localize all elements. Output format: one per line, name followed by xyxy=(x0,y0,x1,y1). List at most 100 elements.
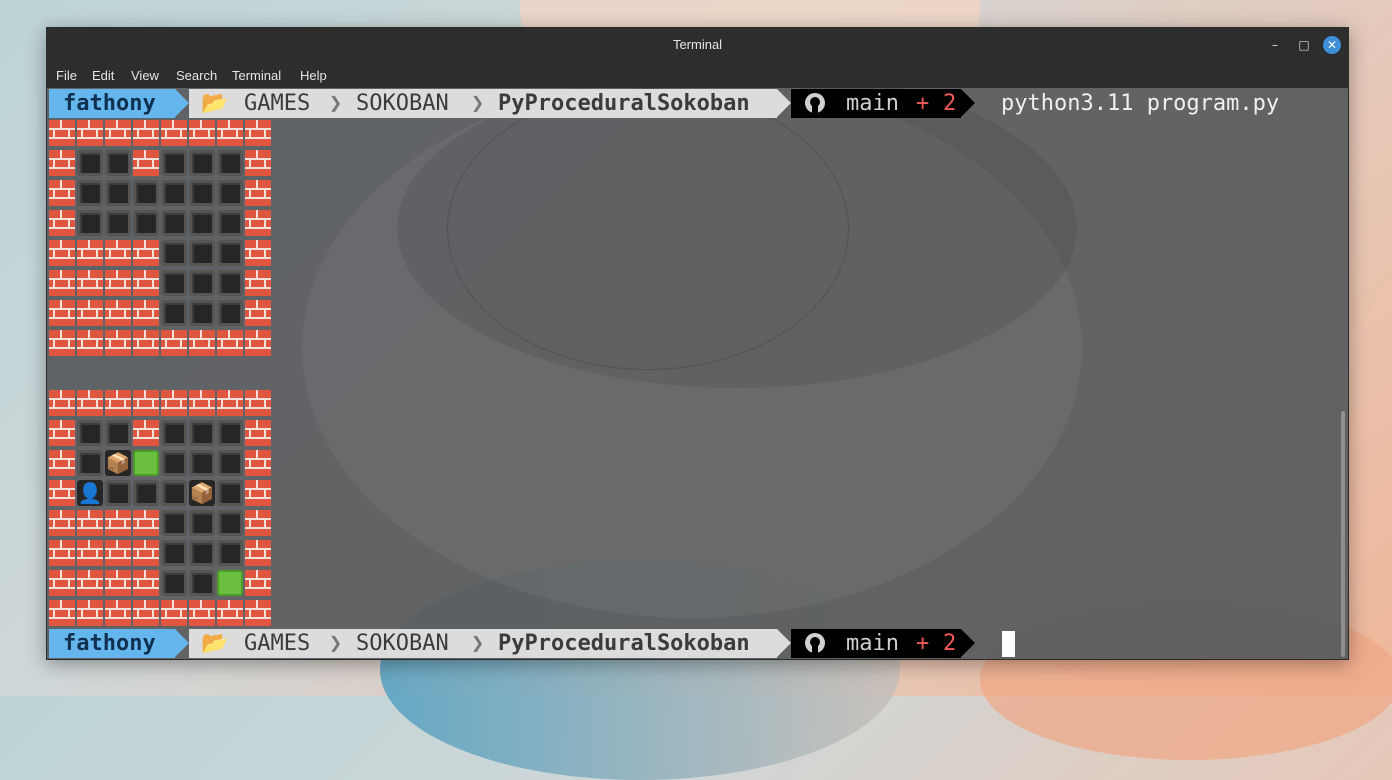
wall-tile xyxy=(133,240,159,266)
window-title: Terminal xyxy=(672,37,723,52)
floor-tile xyxy=(217,540,243,566)
wall-tile xyxy=(189,330,215,356)
wall-tile xyxy=(245,390,271,416)
terminal-output[interactable]: fathony 📂 GAMES ❯ SOKOBAN ❯ PyProcedural… xyxy=(47,88,1348,659)
wall-tile xyxy=(49,300,75,326)
wall-tile xyxy=(245,570,271,596)
floor-tile xyxy=(133,480,159,506)
goal-tile xyxy=(217,570,243,596)
wall-tile xyxy=(49,210,75,236)
floor-tile xyxy=(161,150,187,176)
menu-file[interactable]: File xyxy=(56,68,77,83)
maximize-button[interactable]: □ xyxy=(1295,36,1313,54)
floor-tile xyxy=(77,180,103,206)
wall-tile xyxy=(105,570,131,596)
wall-tile xyxy=(133,510,159,536)
floor-tile xyxy=(189,300,215,326)
floor-tile xyxy=(217,240,243,266)
prompt-line: fathony 📂 GAMES ❯ SOKOBAN ❯ PyProcedural… xyxy=(49,89,1339,118)
floor-tile xyxy=(161,420,187,446)
scrollbar[interactable] xyxy=(1341,411,1345,657)
folder-icon: 📂 xyxy=(201,631,229,656)
menu-bar: File Edit View Search Terminal Help xyxy=(47,62,1348,88)
floor-tile xyxy=(77,420,103,446)
floor-tile xyxy=(217,510,243,536)
floor-tile xyxy=(217,270,243,296)
git-changes-count: 2 xyxy=(943,91,957,116)
floor-tile xyxy=(161,510,187,536)
wall-tile xyxy=(245,240,271,266)
minimize-button[interactable]: – xyxy=(1266,36,1284,54)
wall-tile xyxy=(245,600,271,626)
title-bar[interactable]: Terminal – □ ✕ xyxy=(47,28,1348,62)
floor-tile xyxy=(133,210,159,236)
floor-tile xyxy=(105,480,131,506)
path-separator-icon: ❯ xyxy=(329,91,343,116)
wall-tile xyxy=(49,390,75,416)
text-cursor[interactable] xyxy=(1002,631,1015,657)
wall-tile xyxy=(77,540,103,566)
wall-tile xyxy=(245,120,271,146)
wall-tile xyxy=(77,270,103,296)
box-icon: 📦 xyxy=(189,480,215,506)
wall-tile xyxy=(245,450,271,476)
wall-tile xyxy=(49,150,75,176)
prompt-separator xyxy=(777,89,791,117)
path-separator-icon: ❯ xyxy=(471,631,485,656)
command-text: python3.11 program.py xyxy=(1001,91,1280,116)
wall-tile xyxy=(49,420,75,446)
wall-tile xyxy=(49,180,75,206)
wall-tile xyxy=(245,540,271,566)
wall-tile xyxy=(161,600,187,626)
wall-tile xyxy=(133,270,159,296)
floor-tile xyxy=(217,180,243,206)
floor-tile xyxy=(189,150,215,176)
wall-tile xyxy=(161,330,187,356)
wall-tile xyxy=(217,330,243,356)
prompt-separator xyxy=(961,629,975,657)
wall-tile xyxy=(77,510,103,536)
floor-tile xyxy=(189,420,215,446)
wall-tile xyxy=(105,240,131,266)
floor-tile xyxy=(217,300,243,326)
wall-tile xyxy=(245,180,271,206)
prompt-git: main + 2 xyxy=(791,89,961,118)
prompt-separator xyxy=(175,629,189,657)
floor-tile xyxy=(161,270,187,296)
menu-search[interactable]: Search xyxy=(176,68,217,83)
path-games: GAMES xyxy=(244,91,311,116)
floor-tile xyxy=(105,210,131,236)
wall-tile xyxy=(49,120,75,146)
wall-tile xyxy=(49,330,75,356)
menu-terminal[interactable]: Terminal xyxy=(232,68,281,83)
menu-view[interactable]: View xyxy=(131,68,159,83)
menu-edit[interactable]: Edit xyxy=(92,68,114,83)
git-plus-icon: + xyxy=(916,631,930,656)
wall-tile xyxy=(77,120,103,146)
prompt-line: fathony 📂 GAMES ❯ SOKOBAN ❯ PyProcedural… xyxy=(49,629,1339,658)
wall-tile xyxy=(133,120,159,146)
floor-tile xyxy=(77,450,103,476)
wall-tile xyxy=(77,300,103,326)
wall-tile xyxy=(77,600,103,626)
menu-help[interactable]: Help xyxy=(300,68,327,83)
prompt-separator xyxy=(175,89,189,117)
wall-tile xyxy=(133,150,159,176)
floor-tile xyxy=(161,180,187,206)
floor-tile xyxy=(217,450,243,476)
wall-tile xyxy=(133,330,159,356)
floor-tile xyxy=(105,420,131,446)
wall-tile xyxy=(133,300,159,326)
sokoban-board-initial xyxy=(49,120,273,360)
path-current: PyProceduralSokoban xyxy=(498,91,750,116)
folder-icon: 📂 xyxy=(201,91,229,116)
path-separator-icon: ❯ xyxy=(471,91,485,116)
github-icon xyxy=(803,631,827,659)
floor-tile xyxy=(105,150,131,176)
wall-tile xyxy=(217,120,243,146)
wall-tile xyxy=(49,510,75,536)
close-button[interactable]: ✕ xyxy=(1323,36,1341,54)
sokoban-board-current: 📦 👤 📦 xyxy=(49,390,273,630)
wall-tile xyxy=(133,600,159,626)
github-icon xyxy=(803,91,827,123)
